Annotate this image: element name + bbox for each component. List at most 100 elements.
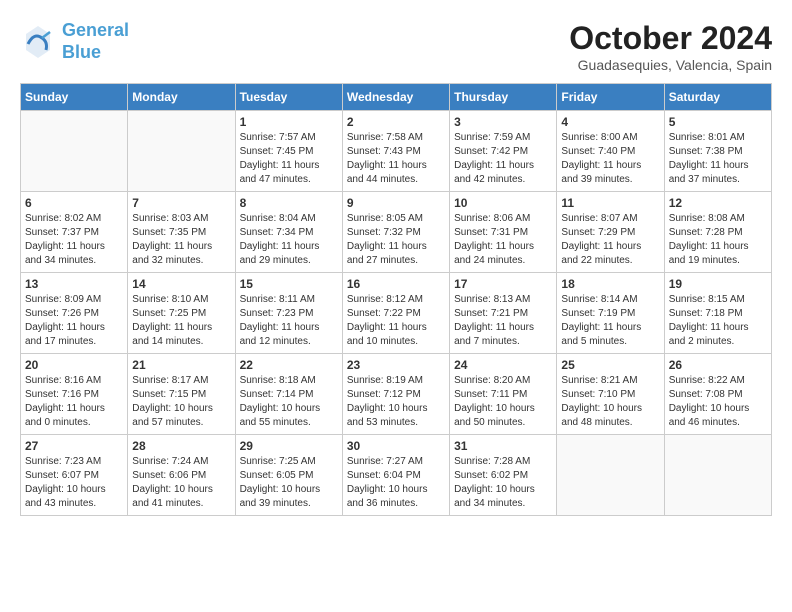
calendar-cell: 21 Sunrise: 8:17 AM Sunset: 7:15 PM Dayli… — [128, 354, 235, 435]
day-info: Sunrise: 7:24 AM Sunset: 6:06 PM Dayligh… — [132, 455, 230, 511]
calendar-cell: 20 Sunrise: 8:16 AM Sunset: 7:16 PM Dayli… — [21, 354, 128, 435]
day-info: Sunrise: 8:05 AM Sunset: 7:32 PM Dayligh… — [347, 212, 445, 268]
day-info: Sunrise: 8:17 AM Sunset: 7:15 PM Dayligh… — [132, 374, 230, 430]
calendar-cell: 13 Sunrise: 8:09 AM Sunset: 7:26 PM Dayli… — [21, 273, 128, 354]
day-number: 12 — [669, 196, 767, 210]
day-number: 27 — [25, 439, 123, 453]
calendar-cell: 25 Sunrise: 8:21 AM Sunset: 7:10 PM Dayli… — [557, 354, 664, 435]
calendar-week-5: 27 Sunrise: 7:23 AM Sunset: 6:07 PM Dayli… — [21, 435, 772, 516]
day-info: Sunrise: 8:14 AM Sunset: 7:19 PM Dayligh… — [561, 293, 659, 349]
calendar-cell: 12 Sunrise: 8:08 AM Sunset: 7:28 PM Dayli… — [664, 192, 771, 273]
day-info: Sunrise: 8:19 AM Sunset: 7:12 PM Dayligh… — [347, 374, 445, 430]
weekday-header-saturday: Saturday — [664, 84, 771, 111]
day-number: 17 — [454, 277, 552, 291]
calendar-cell: 31 Sunrise: 7:28 AM Sunset: 6:02 PM Dayli… — [450, 435, 557, 516]
weekday-header-wednesday: Wednesday — [342, 84, 449, 111]
weekday-header-monday: Monday — [128, 84, 235, 111]
day-number: 3 — [454, 115, 552, 129]
day-info: Sunrise: 8:11 AM Sunset: 7:23 PM Dayligh… — [240, 293, 338, 349]
calendar-cell: 15 Sunrise: 8:11 AM Sunset: 7:23 PM Dayli… — [235, 273, 342, 354]
calendar-cell: 16 Sunrise: 8:12 AM Sunset: 7:22 PM Dayli… — [342, 273, 449, 354]
calendar-cell — [128, 111, 235, 192]
day-info: Sunrise: 8:08 AM Sunset: 7:28 PM Dayligh… — [669, 212, 767, 268]
calendar-cell: 8Sunrise: 8:04 AM Sunset: 7:34 PM Daylig… — [235, 192, 342, 273]
calendar-cell: 23 Sunrise: 8:19 AM Sunset: 7:12 PM Dayli… — [342, 354, 449, 435]
day-number: 23 — [347, 358, 445, 372]
calendar-week-2: 6 Sunrise: 8:02 AM Sunset: 7:37 PM Daylig… — [21, 192, 772, 273]
calendar-cell — [557, 435, 664, 516]
day-number: 6 — [25, 196, 123, 210]
calendar-cell: 2 Sunrise: 7:58 AM Sunset: 7:43 PM Daylig… — [342, 111, 449, 192]
day-number: 8 — [240, 196, 338, 210]
day-info: Sunrise: 7:58 AM Sunset: 7:43 PM Dayligh… — [347, 131, 445, 187]
day-info: Sunrise: 8:22 AM Sunset: 7:08 PM Dayligh… — [669, 374, 767, 430]
day-number: 15 — [240, 277, 338, 291]
day-info: Sunrise: 7:23 AM Sunset: 6:07 PM Dayligh… — [25, 455, 123, 511]
calendar-cell: 18 Sunrise: 8:14 AM Sunset: 7:19 PM Dayli… — [557, 273, 664, 354]
day-number: 22 — [240, 358, 338, 372]
day-number: 30 — [347, 439, 445, 453]
day-info: Sunrise: 7:27 AM Sunset: 6:04 PM Dayligh… — [347, 455, 445, 511]
calendar-cell: 22 Sunrise: 8:18 AM Sunset: 7:14 PM Dayli… — [235, 354, 342, 435]
day-number: 16 — [347, 277, 445, 291]
day-number: 2 — [347, 115, 445, 129]
calendar-week-1: 1 Sunrise: 7:57 AM Sunset: 7:45 PM Daylig… — [21, 111, 772, 192]
day-number: 13 — [25, 277, 123, 291]
day-number: 31 — [454, 439, 552, 453]
day-info: Sunrise: 8:02 AM Sunset: 7:37 PM Dayligh… — [25, 212, 123, 268]
calendar-cell: 28Sunrise: 7:24 AM Sunset: 6:06 PM Dayli… — [128, 435, 235, 516]
calendar-table: SundayMondayTuesdayWednesdayThursdayFrid… — [20, 83, 772, 516]
day-info: Sunrise: 7:28 AM Sunset: 6:02 PM Dayligh… — [454, 455, 552, 511]
day-info: Sunrise: 8:20 AM Sunset: 7:11 PM Dayligh… — [454, 374, 552, 430]
day-number: 9 — [347, 196, 445, 210]
calendar-cell: 29 Sunrise: 7:25 AM Sunset: 6:05 PM Dayli… — [235, 435, 342, 516]
calendar-cell: 10Sunrise: 8:06 AM Sunset: 7:31 PM Dayli… — [450, 192, 557, 273]
calendar-cell: 11 Sunrise: 8:07 AM Sunset: 7:29 PM Dayli… — [557, 192, 664, 273]
day-info: Sunrise: 8:12 AM Sunset: 7:22 PM Dayligh… — [347, 293, 445, 349]
page-header: General Blue October 2024 Guadasequies, … — [20, 20, 772, 73]
calendar-body: 1 Sunrise: 7:57 AM Sunset: 7:45 PM Daylig… — [21, 111, 772, 516]
day-info: Sunrise: 8:07 AM Sunset: 7:29 PM Dayligh… — [561, 212, 659, 268]
calendar-cell: 5Sunrise: 8:01 AM Sunset: 7:38 PM Daylig… — [664, 111, 771, 192]
day-info: Sunrise: 8:21 AM Sunset: 7:10 PM Dayligh… — [561, 374, 659, 430]
logo: General Blue — [20, 20, 129, 63]
day-info: Sunrise: 8:16 AM Sunset: 7:16 PM Dayligh… — [25, 374, 123, 430]
day-number: 1 — [240, 115, 338, 129]
day-number: 14 — [132, 277, 230, 291]
day-number: 21 — [132, 358, 230, 372]
day-number: 18 — [561, 277, 659, 291]
calendar-cell — [664, 435, 771, 516]
day-info: Sunrise: 8:03 AM Sunset: 7:35 PM Dayligh… — [132, 212, 230, 268]
day-number: 10 — [454, 196, 552, 210]
day-info: Sunrise: 7:57 AM Sunset: 7:45 PM Dayligh… — [240, 131, 338, 187]
day-info: Sunrise: 8:15 AM Sunset: 7:18 PM Dayligh… — [669, 293, 767, 349]
calendar-cell: 19Sunrise: 8:15 AM Sunset: 7:18 PM Dayli… — [664, 273, 771, 354]
day-number: 29 — [240, 439, 338, 453]
calendar-cell: 6 Sunrise: 8:02 AM Sunset: 7:37 PM Daylig… — [21, 192, 128, 273]
weekday-header-sunday: Sunday — [21, 84, 128, 111]
calendar-cell: 24 Sunrise: 8:20 AM Sunset: 7:11 PM Dayli… — [450, 354, 557, 435]
day-info: Sunrise: 8:01 AM Sunset: 7:38 PM Dayligh… — [669, 131, 767, 187]
calendar-cell: 30 Sunrise: 7:27 AM Sunset: 6:04 PM Dayli… — [342, 435, 449, 516]
calendar-week-4: 20 Sunrise: 8:16 AM Sunset: 7:16 PM Dayli… — [21, 354, 772, 435]
calendar-cell — [21, 111, 128, 192]
calendar-cell: 26Sunrise: 8:22 AM Sunset: 7:08 PM Dayli… — [664, 354, 771, 435]
day-info: Sunrise: 8:10 AM Sunset: 7:25 PM Dayligh… — [132, 293, 230, 349]
day-info: Sunrise: 7:59 AM Sunset: 7:42 PM Dayligh… — [454, 131, 552, 187]
calendar-cell: 1 Sunrise: 7:57 AM Sunset: 7:45 PM Daylig… — [235, 111, 342, 192]
calendar-week-3: 13 Sunrise: 8:09 AM Sunset: 7:26 PM Dayli… — [21, 273, 772, 354]
day-number: 25 — [561, 358, 659, 372]
calendar-cell: 4Sunrise: 8:00 AM Sunset: 7:40 PM Daylig… — [557, 111, 664, 192]
day-info: Sunrise: 7:25 AM Sunset: 6:05 PM Dayligh… — [240, 455, 338, 511]
calendar-header-row: SundayMondayTuesdayWednesdayThursdayFrid… — [21, 84, 772, 111]
day-number: 11 — [561, 196, 659, 210]
day-number: 20 — [25, 358, 123, 372]
day-info: Sunrise: 8:18 AM Sunset: 7:14 PM Dayligh… — [240, 374, 338, 430]
weekday-header-tuesday: Tuesday — [235, 84, 342, 111]
logo-icon — [20, 24, 56, 60]
day-info: Sunrise: 8:09 AM Sunset: 7:26 PM Dayligh… — [25, 293, 123, 349]
location-subtitle: Guadasequies, Valencia, Spain — [569, 57, 772, 73]
day-number: 7 — [132, 196, 230, 210]
weekday-header-thursday: Thursday — [450, 84, 557, 111]
day-number: 24 — [454, 358, 552, 372]
